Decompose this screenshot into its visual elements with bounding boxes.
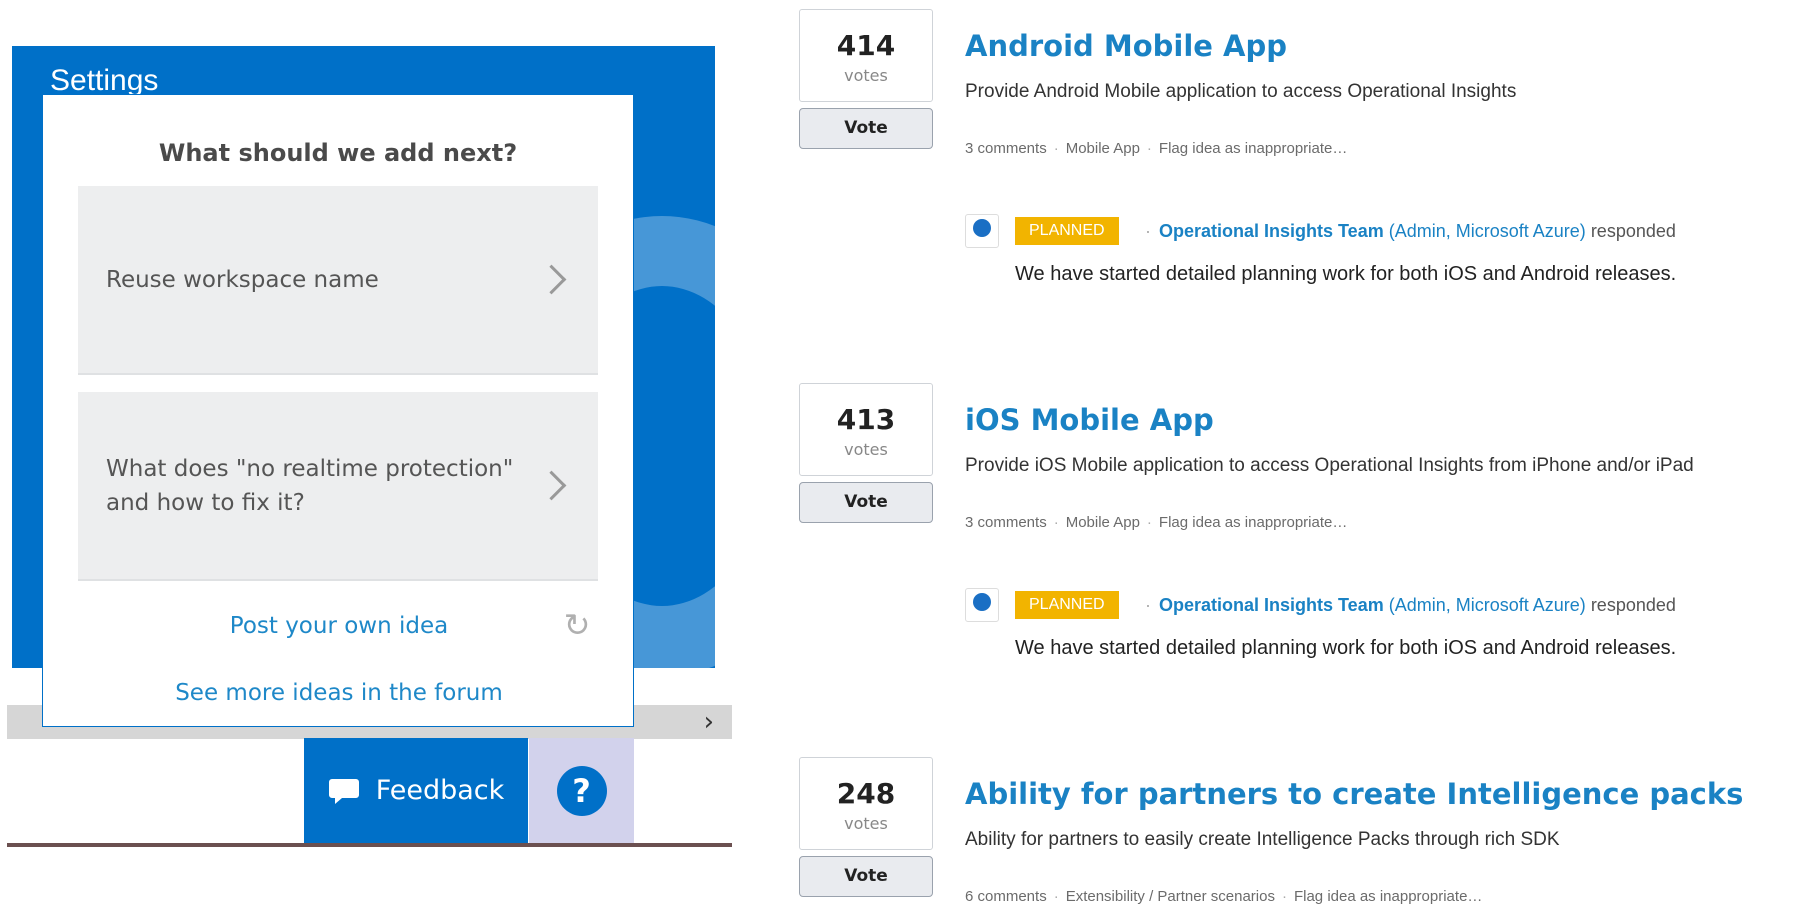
status-badge: PLANNED [1015, 591, 1119, 619]
idea-title[interactable]: Android Mobile App [965, 29, 1287, 63]
team-link[interactable]: Operational Insights Team [1159, 221, 1384, 241]
post-idea-link[interactable]: Post your own idea [43, 613, 635, 639]
idea-description: Provide Android Mobile application to ac… [965, 81, 1517, 102]
divider-line [7, 843, 732, 847]
team-avatar [965, 588, 999, 622]
scroll-right-arrow-icon[interactable]: › [704, 707, 714, 737]
team-avatar [965, 214, 999, 248]
flag-idea-link[interactable]: Flag idea as inappropriate… [1294, 888, 1482, 905]
idea-meta: 3 comments · Mobile App · Flag idea as inapp… [965, 514, 1348, 531]
vote-count-box: 248 votes [799, 757, 933, 850]
suggested-idea-card[interactable]: Reuse workspace name [78, 186, 598, 375]
response-text: We have started detailed planning work f… [1015, 263, 1677, 285]
idea-item: 414 votes Vote Android Mobile App Provid… [799, 9, 1803, 339]
vote-button[interactable]: Vote [799, 108, 933, 149]
admin-response: PLANNED · Operational Insights Team (Admi… [965, 588, 1803, 668]
idea-meta: 3 comments · Mobile App · Flag idea as inapp… [965, 140, 1348, 157]
team-role: (Admin, Microsoft Azure) [1388, 221, 1586, 241]
flag-idea-link[interactable]: Flag idea as inappropriate… [1159, 514, 1347, 531]
response-header: · Operational Insights Team (Admin, Micro… [1145, 595, 1676, 615]
votes-label: votes [844, 440, 888, 459]
comments-link[interactable]: 3 comments [965, 514, 1047, 531]
speech-bubble-icon [328, 778, 359, 804]
popup-heading: What should we add next? [158, 139, 518, 167]
feedback-popup: What should we add next? Reuse workspace… [42, 94, 634, 727]
vote-count-box: 414 votes [799, 9, 933, 102]
comments-link[interactable]: 6 comments [965, 888, 1047, 905]
idea-item: 248 votes Vote Ability for partners to c… [799, 757, 1803, 905]
idea-description: Provide iOS Mobile application to access… [965, 455, 1694, 476]
vote-count: 413 [836, 403, 896, 436]
flag-idea-link[interactable]: Flag idea as inappropriate… [1159, 140, 1347, 157]
votes-label: votes [844, 814, 888, 833]
vote-count: 414 [836, 29, 896, 62]
suggested-idea-text: Reuse workspace name [106, 266, 379, 293]
category-link[interactable]: Mobile App [1066, 140, 1140, 157]
response-text: We have started detailed planning work f… [1015, 637, 1677, 659]
idea-title[interactable]: Ability for partners to create Intellige… [965, 777, 1743, 811]
feedback-label: Feedback [375, 775, 505, 806]
vote-button[interactable]: Vote [799, 482, 933, 523]
category-link[interactable]: Mobile App [1066, 514, 1140, 531]
idea-title[interactable]: iOS Mobile App [965, 403, 1214, 437]
votes-label: votes [844, 66, 888, 85]
help-button[interactable]: ? [529, 738, 634, 843]
vote-count: 248 [836, 777, 896, 810]
idea-item: 413 votes Vote iOS Mobile App Provide iO… [799, 383, 1803, 713]
response-header: · Operational Insights Team (Admin, Micro… [1145, 221, 1676, 241]
suggested-idea-card[interactable]: What does "no realtime protection" and h… [78, 392, 598, 581]
responded-label: responded [1590, 221, 1676, 241]
refresh-icon[interactable]: ↻ [559, 607, 595, 643]
comments-link[interactable]: 3 comments [965, 140, 1047, 157]
category-link[interactable]: Extensibility / Partner scenarios [1066, 888, 1275, 905]
chevron-right-icon [536, 470, 567, 501]
idea-description: Ability for partners to easily create In… [965, 829, 1560, 850]
status-badge: PLANNED [1015, 217, 1119, 245]
responded-label: responded [1590, 595, 1676, 615]
question-mark-icon: ? [556, 765, 607, 816]
idea-meta: 6 comments · Extensibility / Partner scena… [965, 888, 1483, 905]
vote-button[interactable]: Vote [799, 856, 933, 897]
feedback-button[interactable]: Feedback [304, 738, 528, 843]
see-more-ideas-link[interactable]: See more ideas in the forum [43, 680, 635, 706]
settings-title: Settings [50, 64, 159, 97]
vote-count-box: 413 votes [799, 383, 933, 476]
team-role: (Admin, Microsoft Azure) [1388, 595, 1586, 615]
team-link[interactable]: Operational Insights Team [1159, 595, 1384, 615]
suggested-idea-text: What does "no realtime protection" and h… [106, 455, 514, 516]
admin-response: PLANNED · Operational Insights Team (Admi… [965, 214, 1803, 294]
chevron-right-icon [536, 264, 567, 295]
